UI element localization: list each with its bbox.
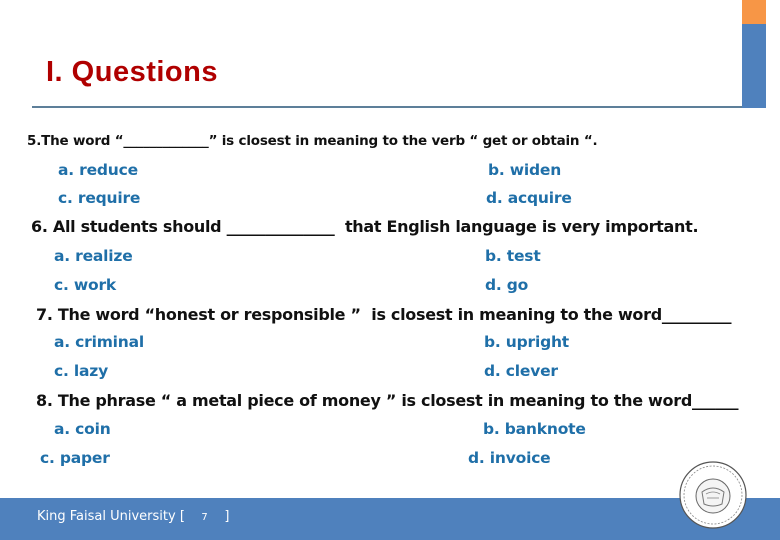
option-6b: b. test [485, 247, 541, 265]
accent-bar-orange [742, 0, 766, 24]
question-6: 6. All students should ______________ th… [31, 217, 699, 236]
option-5b: b. widen [488, 161, 562, 179]
accent-bar-blue [742, 24, 766, 108]
option-5c: c. require [58, 189, 141, 207]
option-6c: c. work [54, 276, 116, 294]
footer-university: King Faisal University [ [37, 509, 185, 524]
question-8: 8. The phrase “ a metal piece of money ”… [36, 391, 739, 410]
question-7: 7. The word “honest or responsible ” is … [36, 305, 732, 324]
option-6d: d. go [485, 276, 529, 294]
option-6a: a. realize [54, 247, 133, 265]
option-8a: a. coin [54, 420, 111, 438]
option-5d: d. acquire [486, 189, 572, 207]
option-7d: d. clever [484, 362, 558, 380]
footer-text: King Faisal University [ 7 ] [37, 509, 229, 524]
option-8b: b. banknote [483, 420, 586, 438]
title-divider [32, 106, 744, 108]
slide-title: I. Questions [46, 56, 218, 88]
footer-bracket: ] [224, 509, 230, 524]
question-5: 5.The word “_____________” is closest in… [27, 133, 598, 149]
option-8d: d. invoice [468, 449, 551, 467]
option-8c: c. paper [40, 449, 110, 467]
page-number: 7 [201, 512, 208, 523]
option-7a: a. criminal [54, 333, 144, 351]
option-7b: b. upright [484, 333, 570, 351]
option-5a: a. reduce [58, 161, 138, 179]
university-seal-icon [679, 461, 747, 529]
option-7c: c. lazy [54, 362, 108, 380]
